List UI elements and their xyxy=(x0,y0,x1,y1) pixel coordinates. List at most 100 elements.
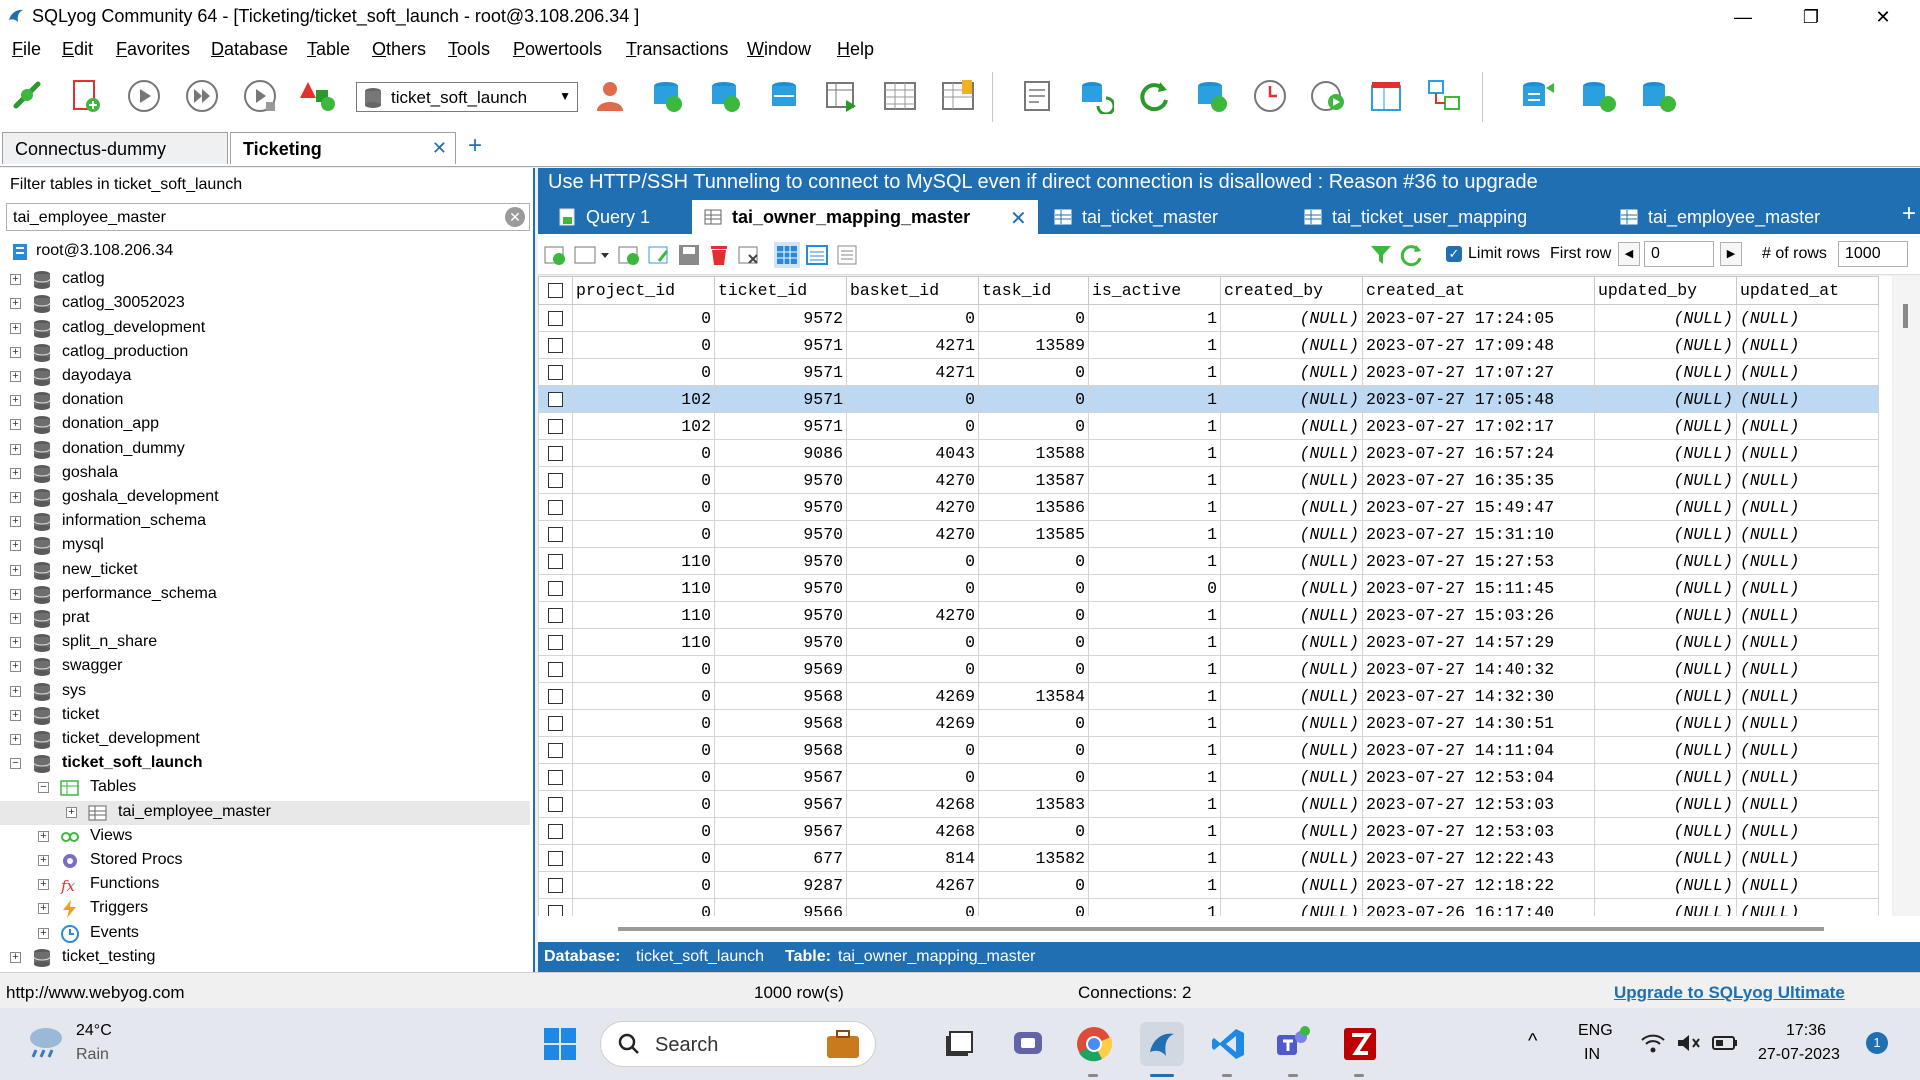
table-cell[interactable]: 0 xyxy=(978,601,1089,629)
row-checkbox[interactable] xyxy=(548,580,563,596)
table-cell[interactable]: 0 xyxy=(978,412,1089,440)
table-export-icon[interactable] xyxy=(822,76,862,116)
row-checkbox[interactable] xyxy=(548,850,563,866)
menu-database[interactable]: Database xyxy=(211,39,288,60)
backup-db-icon[interactable] xyxy=(1192,76,1232,116)
table-row[interactable]: 0 9566 0 0 1 (NULL) 2023-07-26 16:17:40 (NULL)(… xyxy=(538,898,1879,916)
row-checkbox[interactable] xyxy=(548,742,563,758)
table-cell[interactable]: 9571 xyxy=(714,385,847,413)
filter-input-box[interactable]: ✕ xyxy=(6,203,530,231)
table-cell[interactable]: (NULL) xyxy=(1594,412,1737,440)
table-cell[interactable]: 0 xyxy=(572,466,715,494)
table-cell[interactable]: 2023-07-27 15:31:10 xyxy=(1362,520,1595,548)
table-cell[interactable]: (NULL) xyxy=(1736,574,1879,602)
row-checkbox-cell[interactable] xyxy=(538,358,573,386)
table-cell[interactable]: 1 xyxy=(1088,871,1221,899)
data-export-icon[interactable] xyxy=(1640,76,1680,116)
cancel-changes-icon[interactable] xyxy=(736,242,762,268)
scheduled-job-icon[interactable] xyxy=(1308,76,1348,116)
table-cell[interactable]: 0 xyxy=(572,790,715,818)
table-cell[interactable]: (NULL) xyxy=(1594,898,1737,916)
table-cell[interactable]: (NULL) xyxy=(1736,493,1879,521)
expand-icon[interactable]: + xyxy=(10,395,21,407)
row-checkbox-cell[interactable] xyxy=(538,871,573,899)
table-cell[interactable]: 9572 xyxy=(714,304,847,332)
table-cell[interactable]: 4270 xyxy=(846,520,979,548)
menu-transactions[interactable]: Transactions xyxy=(626,39,728,60)
table-cell[interactable]: (NULL) xyxy=(1736,385,1879,413)
table-row[interactable]: 0 9570 4270 13585 1 (NULL) 2023-07-27 15:31:10… xyxy=(538,520,1879,548)
expand-icon[interactable]: + xyxy=(10,661,21,673)
table-cell[interactable]: (NULL) xyxy=(1736,871,1879,899)
row-checkbox-cell[interactable] xyxy=(538,547,573,575)
table-cell[interactable]: (NULL) xyxy=(1220,412,1363,440)
table-cell[interactable]: (NULL) xyxy=(1594,385,1737,413)
table-cell[interactable]: 4270 xyxy=(846,493,979,521)
database-select[interactable]: ticket_soft_launch ▼ xyxy=(356,82,578,112)
expand-icon[interactable]: + xyxy=(10,346,21,358)
table-cell[interactable]: (NULL) xyxy=(1220,574,1363,602)
expand-icon[interactable]: + xyxy=(10,709,21,721)
table-cell[interactable]: 4268 xyxy=(846,790,979,818)
table-row[interactable]: 0 9569 0 0 1 (NULL) 2023-07-27 14:40:32 (NULL)(… xyxy=(538,655,1879,683)
row-checkbox-cell[interactable] xyxy=(538,817,573,845)
data-sync-icon[interactable] xyxy=(1520,76,1560,116)
table-cell[interactable]: 9567 xyxy=(714,817,847,845)
table-cell[interactable]: 9571 xyxy=(714,412,847,440)
tree-item-db[interactable]: + donation_app xyxy=(0,413,530,437)
table-cell[interactable]: (NULL) xyxy=(1220,439,1363,467)
expand-icon[interactable]: + xyxy=(10,274,21,286)
table-row[interactable]: 110 9570 4270 0 1 (NULL) 2023-07-27 15:03:26 (N… xyxy=(538,601,1879,629)
expand-icon[interactable]: + xyxy=(10,371,21,382)
table-cell[interactable]: 9287 xyxy=(714,871,847,899)
weather-temp[interactable]: 24°C xyxy=(76,1022,112,1040)
table-cell[interactable]: 2023-07-27 17:24:05 xyxy=(1362,304,1595,332)
table-cell[interactable]: 0 xyxy=(572,817,715,845)
expand-icon[interactable]: + xyxy=(10,322,21,334)
menu-others[interactable]: Others xyxy=(372,39,426,60)
tree-item-current-db[interactable]: − ticket_soft_launch xyxy=(0,752,530,776)
table-cell[interactable]: (NULL) xyxy=(1736,601,1879,629)
row-checkbox-cell[interactable] xyxy=(538,304,573,332)
limit-rows-checkbox[interactable]: ✓ xyxy=(1446,246,1462,262)
table-cell[interactable]: 4270 xyxy=(846,466,979,494)
table-cell[interactable]: 0 xyxy=(978,358,1089,386)
table-cell[interactable]: (NULL) xyxy=(1594,682,1737,710)
table-row[interactable]: 0 9086 4043 13588 1 (NULL) 2023-07-27 16:57:24… xyxy=(538,439,1879,467)
table-row[interactable]: 102 9571 0 0 1 (NULL) 2023-07-27 17:05:48 (NULL… xyxy=(538,385,1879,413)
close-tab-icon[interactable]: ✕ xyxy=(1010,206,1027,231)
row-checkbox-cell[interactable] xyxy=(538,412,573,440)
schema-designer-icon[interactable] xyxy=(298,76,338,116)
row-checkbox-cell[interactable] xyxy=(538,493,573,521)
table-cell[interactable]: (NULL) xyxy=(1220,547,1363,575)
table-row[interactable]: 0 9568 4269 13584 1 (NULL) 2023-07-27 14:32:30… xyxy=(538,682,1879,710)
select-all-checkbox[interactable] xyxy=(538,276,573,305)
table-cell[interactable]: 9570 xyxy=(714,520,847,548)
table-cell[interactable]: (NULL) xyxy=(1594,358,1737,386)
row-checkbox-cell[interactable] xyxy=(538,331,573,359)
column-header-is-active[interactable]: is_active xyxy=(1088,276,1221,305)
table-cell[interactable]: 0 xyxy=(846,736,979,764)
table-cell[interactable]: (NULL) xyxy=(1736,844,1879,872)
table-cell[interactable]: (NULL) xyxy=(1736,304,1879,332)
table-cell[interactable]: (NULL) xyxy=(1220,601,1363,629)
filter-input[interactable] xyxy=(11,208,495,228)
row-checkbox[interactable] xyxy=(548,661,563,677)
tree-item-db[interactable]: + dayodaya xyxy=(0,365,530,389)
table-cell[interactable]: 0 xyxy=(846,574,979,602)
table-cell[interactable]: 102 xyxy=(572,385,715,413)
table-cell[interactable]: (NULL) xyxy=(1220,682,1363,710)
row-checkbox-cell[interactable] xyxy=(538,601,573,629)
row-checkbox[interactable] xyxy=(548,715,563,731)
table-cell[interactable]: (NULL) xyxy=(1220,817,1363,845)
tree-item-folder[interactable]: + fx Functions xyxy=(0,873,530,897)
table-cell[interactable]: 0 xyxy=(846,763,979,791)
data-import-icon[interactable] xyxy=(1580,76,1620,116)
db-add-icon[interactable] xyxy=(648,76,688,116)
table-cell[interactable]: 0 xyxy=(572,709,715,737)
expand-icon[interactable]: + xyxy=(38,927,49,939)
table-cell[interactable]: (NULL) xyxy=(1594,493,1737,521)
tree-root-connection[interactable]: root@3.108.206.34 xyxy=(0,240,530,264)
expand-icon[interactable]: + xyxy=(10,516,21,528)
tree-item-tables[interactable]: − Tables xyxy=(0,776,530,800)
